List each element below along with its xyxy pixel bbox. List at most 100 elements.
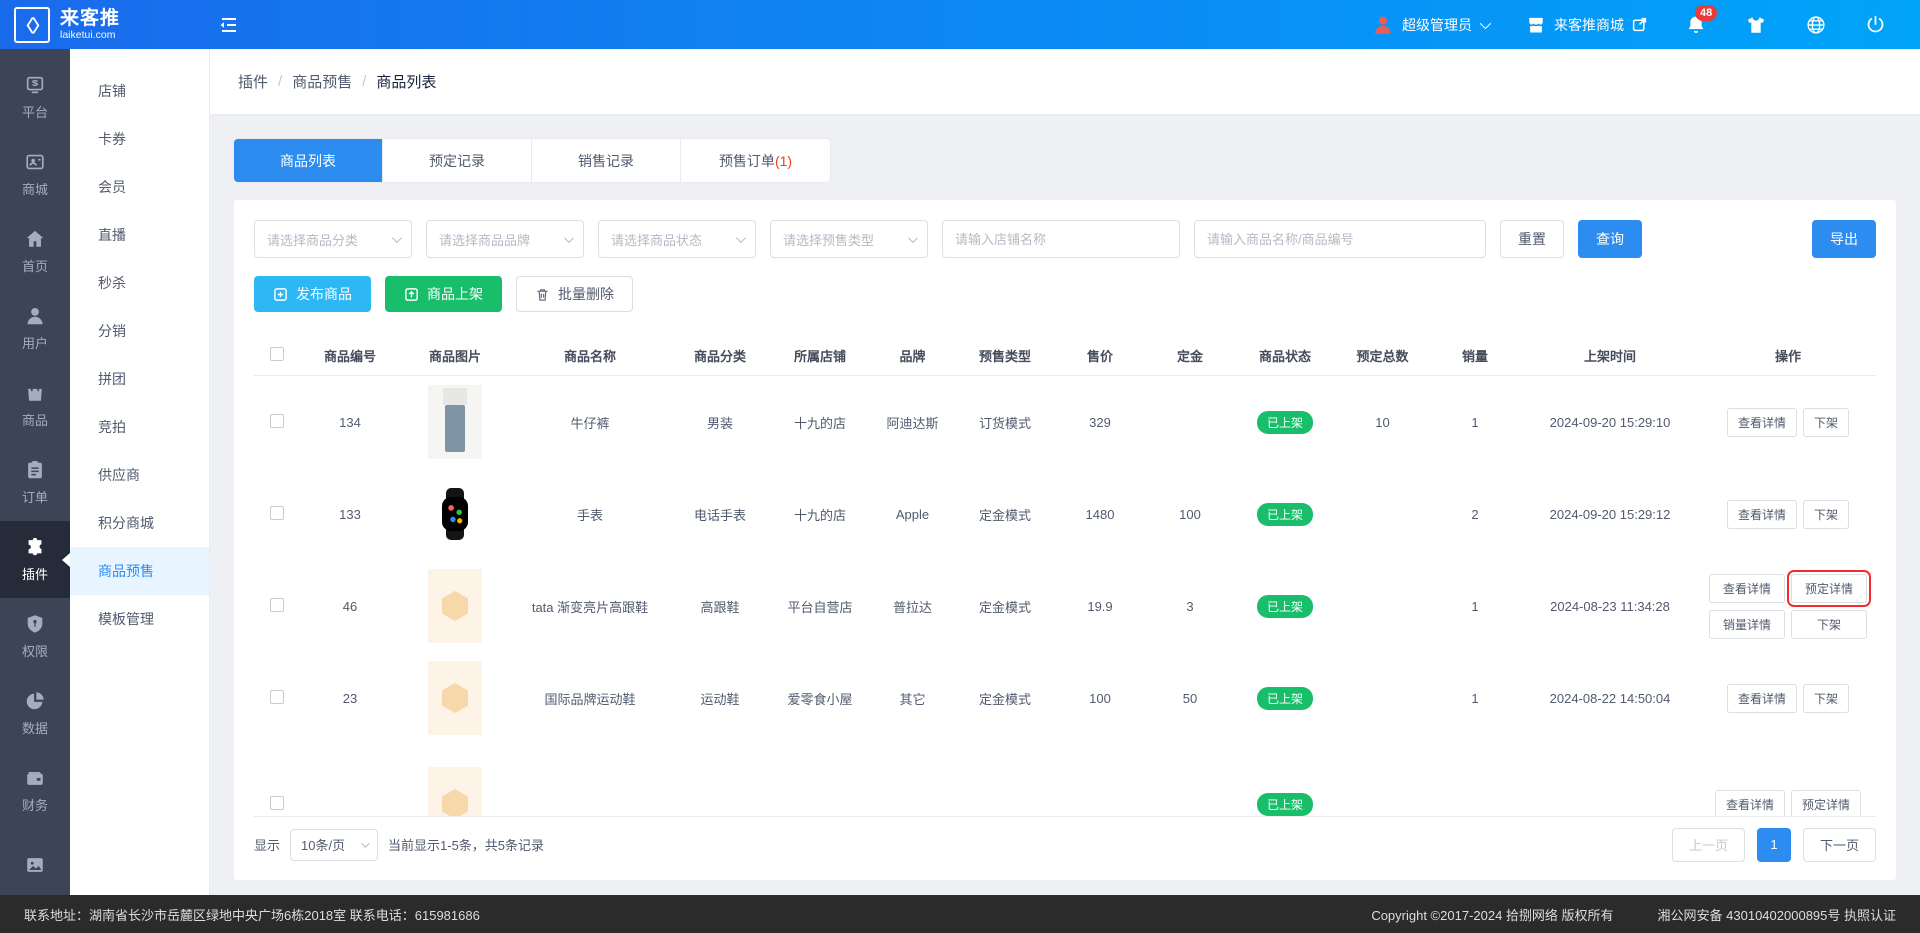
view-detail-button[interactable]: 查看详情 bbox=[1726, 499, 1797, 529]
page-1-button[interactable]: 1 bbox=[1756, 827, 1791, 862]
language-globe[interactable] bbox=[1805, 14, 1827, 36]
prev-page-button[interactable]: 上一页 bbox=[1671, 827, 1745, 862]
off-shelf-button[interactable]: 下架 bbox=[1803, 499, 1850, 529]
logo-title: 来客推 bbox=[60, 8, 121, 29]
rail-item-label: 数据 bbox=[21, 721, 48, 736]
row-checkbox[interactable] bbox=[270, 795, 284, 810]
row-checkbox[interactable] bbox=[270, 505, 284, 520]
chevron-down-icon bbox=[1479, 17, 1492, 29]
product-image-placeholder[interactable] bbox=[428, 661, 482, 735]
product-image-placeholder[interactable] bbox=[428, 569, 482, 643]
rail-item-home[interactable]: 首页 bbox=[0, 213, 70, 290]
wallet-icon bbox=[27, 772, 43, 785]
status-badge: 已上架 bbox=[1256, 792, 1313, 816]
view-detail-button[interactable]: 查看详情 bbox=[1726, 407, 1797, 437]
off-shelf-button[interactable]: 下架 bbox=[1803, 683, 1850, 713]
sidebar-item-live[interactable]: 直播 bbox=[70, 211, 209, 259]
batch-delete-button[interactable]: 批量删除 bbox=[516, 276, 633, 312]
row-checkbox[interactable] bbox=[270, 689, 284, 704]
product-name: 手表 bbox=[576, 507, 603, 523]
page-size-select[interactable]: 10条/页 bbox=[290, 828, 379, 861]
logout-power[interactable] bbox=[1865, 14, 1886, 35]
rail-item-plugin[interactable]: 插件 bbox=[0, 521, 70, 598]
product-brand: 普拉达 bbox=[892, 599, 932, 615]
mall-link[interactable]: 来客推商城 bbox=[1526, 15, 1647, 35]
reset-button[interactable]: 重置 bbox=[1500, 220, 1564, 258]
brand-select[interactable]: 请选择商品品牌 bbox=[426, 220, 584, 258]
reserve-detail-button[interactable]: 预定详情 bbox=[1791, 789, 1862, 816]
export-button[interactable]: 导出 bbox=[1812, 220, 1876, 258]
category-select[interactable]: 请选择商品分类 bbox=[254, 220, 412, 258]
sidebar-item-member[interactable]: 会员 bbox=[70, 163, 209, 211]
product-price: 100 bbox=[1089, 690, 1111, 706]
sales-count: 2 bbox=[1471, 506, 1479, 522]
product-deposit: 100 bbox=[1179, 506, 1201, 522]
tab-reserve-records[interactable]: 预定记录 bbox=[383, 139, 532, 182]
sidebar-item-store[interactable]: 店铺 bbox=[70, 67, 209, 115]
sidebar-item-points-mall[interactable]: 积分商城 bbox=[70, 499, 209, 547]
next-page-button[interactable]: 下一页 bbox=[1802, 827, 1876, 862]
tab-presale-orders[interactable]: 预售订单 (1) bbox=[681, 139, 830, 182]
breadcrumb-separator: / bbox=[278, 73, 283, 90]
rail-item-mall[interactable]: 商城 bbox=[0, 136, 70, 213]
product-price: 1480 bbox=[1085, 506, 1115, 522]
table-row: 133 手表 电话手表 十九的店 Apple 定金模式 1480 100 已上架… bbox=[254, 468, 1876, 560]
reserve-detail-button[interactable]: 预定详情 bbox=[1787, 569, 1871, 607]
off-shelf-button[interactable]: 下架 bbox=[1803, 407, 1850, 437]
logo[interactable]: 〈〉 来客推 laiketui.com bbox=[0, 6, 210, 43]
tab-sales-records[interactable]: 销售记录 bbox=[532, 139, 681, 182]
sidebar-item-presale[interactable]: 商品预售 bbox=[70, 547, 209, 595]
rail-item-data[interactable]: 数据 bbox=[0, 675, 70, 752]
off-shelf-button[interactable]: 下架 bbox=[1791, 609, 1867, 639]
arrow-up-square-icon bbox=[405, 287, 418, 301]
breadcrumb-presale[interactable]: 商品预售 bbox=[292, 71, 352, 92]
sidebar-item-template[interactable]: 模板管理 bbox=[70, 595, 209, 643]
select-all-checkbox[interactable] bbox=[270, 347, 284, 361]
rail-item-finance[interactable]: 财务 bbox=[0, 752, 70, 829]
rail-item-user[interactable]: 用户 bbox=[0, 290, 70, 367]
pagination-bar: 显示 10条/页 当前显示1-5条，共5条记录 上一页 1 下一页 bbox=[254, 816, 1876, 872]
logo-domain: laiketui.com bbox=[60, 29, 116, 41]
publish-product-button[interactable]: 发布商品 bbox=[254, 276, 371, 312]
person-icon bbox=[27, 308, 43, 325]
shop-shortcut[interactable] bbox=[1745, 14, 1767, 36]
notification-bell[interactable]: 48 bbox=[1685, 4, 1718, 36]
footer-icp[interactable]: 湘公网安备 43010402000895号 执照认证 bbox=[1658, 905, 1896, 924]
sidebar-item-coupon[interactable]: 卡券 bbox=[70, 115, 209, 163]
shelf-product-button[interactable]: 商品上架 bbox=[385, 276, 502, 312]
view-detail-button[interactable]: 查看详情 bbox=[1726, 683, 1797, 713]
rail-item-goods[interactable]: 商品 bbox=[0, 367, 70, 444]
view-detail-button[interactable]: 查看详情 bbox=[1709, 573, 1785, 603]
product-image-jeans[interactable] bbox=[428, 385, 482, 459]
sales-detail-button[interactable]: 销量详情 bbox=[1709, 609, 1785, 639]
row-checkbox[interactable] bbox=[270, 597, 284, 612]
rail-item-order[interactable]: 订单 bbox=[0, 444, 70, 521]
table-row: 46 tata 渐变亮片高跟鞋 高跟鞋 平台自营店 普拉达 定金模式 19.9 … bbox=[254, 560, 1876, 652]
product-store: 十九的店 bbox=[793, 415, 846, 431]
view-detail-button[interactable]: 查看详情 bbox=[1714, 789, 1785, 816]
col-sales: 销量 bbox=[1461, 349, 1488, 364]
product-image-watch[interactable] bbox=[426, 485, 484, 543]
sidebar-item-auction[interactable]: 竞拍 bbox=[70, 403, 209, 451]
sidebar-item-seckill[interactable]: 秒杀 bbox=[70, 259, 209, 307]
store-name-input[interactable] bbox=[942, 220, 1180, 258]
breadcrumb-plugin[interactable]: 插件 bbox=[238, 71, 268, 92]
sidebar-item-groupbuy[interactable]: 拼团 bbox=[70, 355, 209, 403]
rail-item-platform[interactable]: 平台 bbox=[0, 59, 70, 136]
rail-item-media[interactable] bbox=[0, 829, 70, 895]
row-checkbox[interactable] bbox=[270, 413, 284, 428]
status-select[interactable]: 请选择商品状态 bbox=[598, 220, 756, 258]
admin-dropdown[interactable]: 超级管理员 bbox=[1372, 14, 1492, 36]
rail-item-auth[interactable]: 权限 bbox=[0, 598, 70, 675]
presale-type-select[interactable]: 请选择预售类型 bbox=[770, 220, 928, 258]
product-name-input[interactable] bbox=[1194, 220, 1486, 258]
picture-icon bbox=[27, 857, 43, 872]
search-button[interactable]: 查询 bbox=[1578, 220, 1642, 258]
sidebar-collapse-icon[interactable] bbox=[218, 15, 240, 35]
tab-product-list[interactable]: 商品列表 bbox=[234, 139, 383, 182]
admin-name: 超级管理员 bbox=[1402, 16, 1472, 33]
product-image-placeholder[interactable] bbox=[428, 767, 482, 816]
sidebar-item-distribution[interactable]: 分销 bbox=[70, 307, 209, 355]
sidebar-item-supplier[interactable]: 供应商 bbox=[70, 451, 209, 499]
rail-item-label: 权限 bbox=[21, 644, 48, 659]
